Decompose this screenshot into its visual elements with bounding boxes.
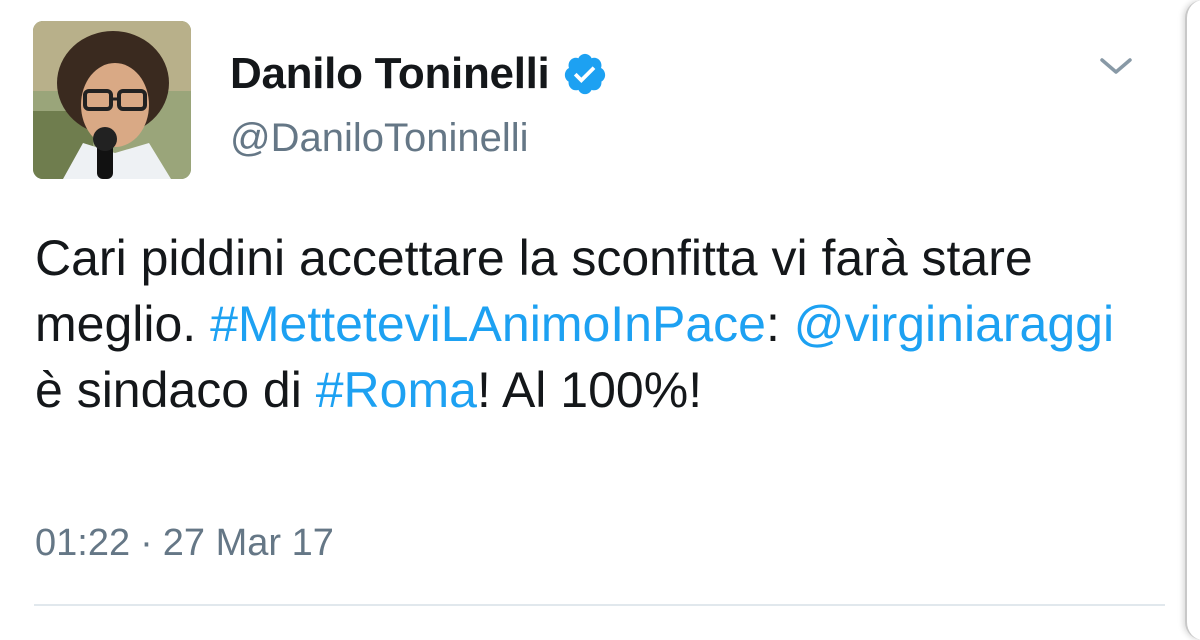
text-segment: è sindaco di bbox=[35, 362, 316, 418]
screen-edge bbox=[1185, 0, 1200, 640]
text-segment: ! Al 100%! bbox=[476, 362, 703, 418]
mention-link[interactable]: @virginiaraggi bbox=[794, 296, 1114, 352]
tweet-text: Cari piddini accettare la sconfitta vi f… bbox=[35, 225, 1125, 423]
user-handle[interactable]: @DaniloToninelli bbox=[230, 116, 529, 161]
display-name[interactable]: Danilo Toninelli bbox=[230, 49, 550, 99]
profile-photo bbox=[33, 21, 191, 179]
tweet-time: 01:22 bbox=[35, 522, 131, 564]
text-segment: : bbox=[765, 296, 794, 352]
tweet-card: Danilo Toninelli @DaniloToninelli Cari p… bbox=[0, 0, 1200, 640]
hashtag-link[interactable]: #MetteteviLAnimoInPace bbox=[210, 296, 766, 352]
hashtag-link[interactable]: #Roma bbox=[316, 362, 477, 418]
tweet-date: 27 Mar 17 bbox=[162, 522, 334, 564]
divider bbox=[34, 604, 1165, 606]
name-row: Danilo Toninelli bbox=[230, 48, 608, 100]
meta-separator: · bbox=[140, 522, 153, 564]
avatar[interactable] bbox=[33, 21, 191, 179]
chevron-down-icon[interactable] bbox=[1096, 52, 1136, 80]
verified-badge-icon bbox=[562, 51, 608, 97]
tweet-timestamp: 01:22 · 27 Mar 17 bbox=[35, 522, 334, 565]
